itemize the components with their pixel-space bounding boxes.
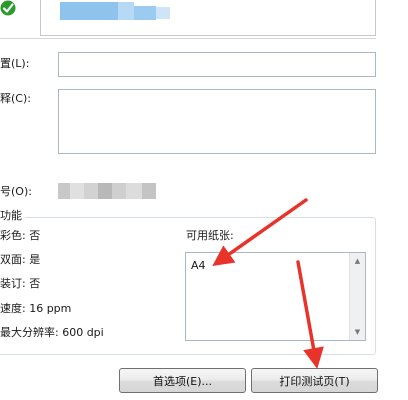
print-test-page-button[interactable]: 打印测试页(T) [251,368,378,393]
paper-sizes-label: 可用纸张: [186,229,234,242]
feature-color: 彩色: 否 [0,229,41,242]
model-value [58,183,156,199]
location-field[interactable] [58,52,376,77]
list-item[interactable]: A4 [191,259,206,273]
comment-field[interactable] [58,89,376,154]
feature-max-resolution: 最大分辨率: 600 dpi [0,326,104,339]
feature-speed: 速度: 16 ppm [0,302,72,315]
paper-sizes-list[interactable]: A4 ▲ ▼ [185,252,366,341]
features-group-title: 功能 [0,209,25,223]
list-scrollbar[interactable]: ▲ ▼ [349,253,365,340]
green-check-icon [0,0,18,18]
preferences-button[interactable]: 首选项(E)... [119,368,246,393]
comment-label: 释(C): [0,92,31,105]
location-label: 置(L): [0,57,30,70]
printer-name-value [60,2,170,20]
scroll-down-icon[interactable]: ▼ [350,324,365,340]
feature-duplex: 双面: 是 [0,253,41,266]
section-divider [0,38,376,39]
feature-staple: 装订: 否 [0,277,41,290]
scroll-up-icon[interactable]: ▲ [350,253,365,269]
model-label: 号(O): [0,185,32,198]
